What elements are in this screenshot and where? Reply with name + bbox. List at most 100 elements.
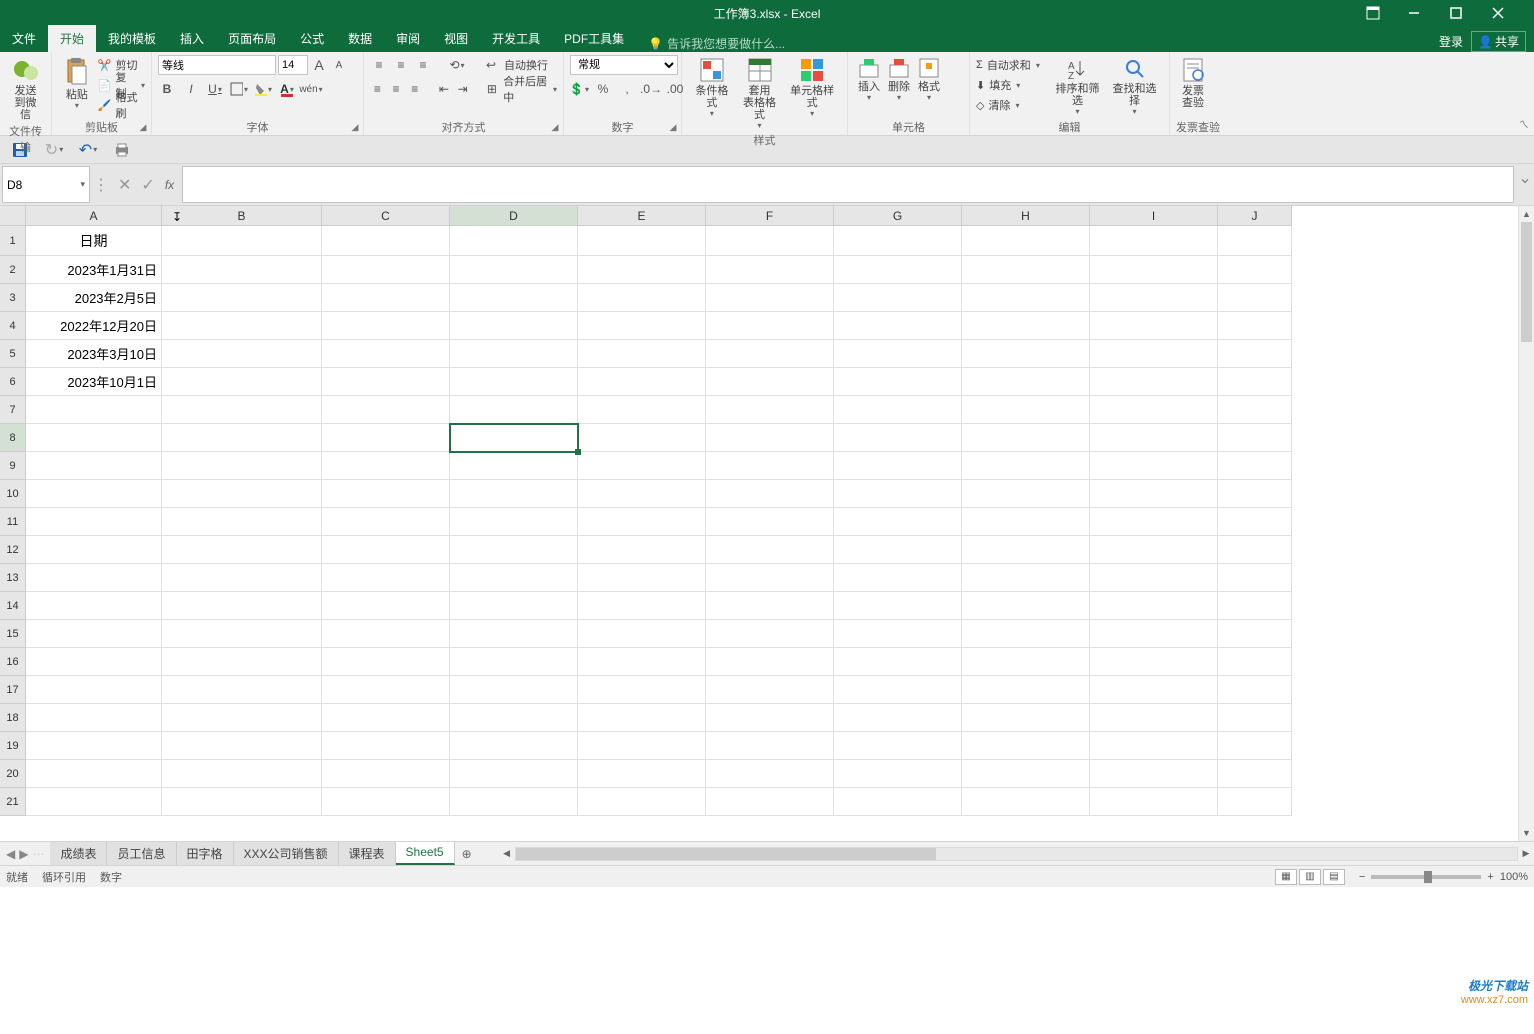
align-middle-button[interactable]: ≡ bbox=[392, 56, 410, 74]
cell[interactable] bbox=[578, 648, 706, 676]
align-center-button[interactable]: ≡ bbox=[389, 80, 404, 98]
zoom-out-button[interactable]: − bbox=[1359, 871, 1365, 883]
cell[interactable] bbox=[1218, 424, 1292, 452]
cell[interactable] bbox=[578, 452, 706, 480]
normal-view-button[interactable]: ▦ bbox=[1275, 869, 1297, 885]
sheet-tab[interactable]: 成绩表 bbox=[50, 842, 107, 865]
cell[interactable] bbox=[706, 536, 834, 564]
cell[interactable] bbox=[1090, 564, 1218, 592]
formula-input[interactable] bbox=[182, 166, 1514, 203]
cell[interactable] bbox=[450, 508, 578, 536]
vertical-scrollbar[interactable]: ▲ ▼ bbox=[1518, 206, 1534, 841]
decrease-font-button[interactable]: A bbox=[330, 56, 348, 74]
cell[interactable] bbox=[1218, 676, 1292, 704]
column-header[interactable]: A bbox=[26, 206, 162, 226]
column-header[interactable]: J bbox=[1218, 206, 1292, 226]
cell[interactable] bbox=[706, 676, 834, 704]
cell[interactable] bbox=[322, 536, 450, 564]
cell[interactable] bbox=[834, 396, 962, 424]
align-left-button[interactable]: ≡ bbox=[370, 80, 385, 98]
cell[interactable] bbox=[1218, 340, 1292, 368]
cell[interactable] bbox=[706, 704, 834, 732]
cell[interactable] bbox=[162, 648, 322, 676]
cell[interactable] bbox=[26, 704, 162, 732]
cell[interactable] bbox=[706, 564, 834, 592]
row-header[interactable]: 16 bbox=[0, 648, 26, 676]
cell[interactable] bbox=[450, 368, 578, 396]
cell[interactable] bbox=[322, 396, 450, 424]
cell[interactable] bbox=[450, 480, 578, 508]
cell[interactable] bbox=[834, 480, 962, 508]
cell[interactable] bbox=[322, 452, 450, 480]
cell[interactable] bbox=[162, 704, 322, 732]
fill-button[interactable]: ⬇填充▾ bbox=[976, 75, 1049, 95]
cell[interactable] bbox=[962, 226, 1090, 256]
tab-pdf-tools[interactable]: PDF工具集 bbox=[552, 25, 636, 52]
cell[interactable] bbox=[1218, 788, 1292, 816]
cell[interactable] bbox=[162, 676, 322, 704]
row-header[interactable]: 1 bbox=[0, 226, 26, 256]
cell[interactable] bbox=[322, 788, 450, 816]
cell[interactable] bbox=[962, 732, 1090, 760]
cell[interactable] bbox=[450, 284, 578, 312]
row-header[interactable]: 21 bbox=[0, 788, 26, 816]
cell[interactable] bbox=[834, 704, 962, 732]
zoom-slider[interactable] bbox=[1371, 875, 1481, 879]
insert-cells-button[interactable]: 插入▾ bbox=[854, 55, 884, 104]
cell[interactable] bbox=[962, 788, 1090, 816]
cell[interactable] bbox=[322, 676, 450, 704]
zoom-level[interactable]: 100% bbox=[1500, 871, 1528, 883]
scroll-up-button[interactable]: ▲ bbox=[1519, 206, 1534, 222]
cell[interactable] bbox=[1090, 480, 1218, 508]
tab-home[interactable]: 开始 bbox=[48, 25, 96, 52]
cell[interactable] bbox=[162, 592, 322, 620]
select-all-corner[interactable] bbox=[0, 206, 26, 226]
maximize-icon[interactable] bbox=[1450, 7, 1478, 19]
cell[interactable] bbox=[706, 508, 834, 536]
cell[interactable] bbox=[578, 312, 706, 340]
cell[interactable] bbox=[962, 256, 1090, 284]
cell[interactable] bbox=[834, 368, 962, 396]
cell[interactable]: 2023年3月10日 bbox=[26, 340, 162, 368]
row-header[interactable]: 4 bbox=[0, 312, 26, 340]
cell[interactable] bbox=[962, 508, 1090, 536]
row-header[interactable]: 14 bbox=[0, 592, 26, 620]
increase-decimal-button[interactable]: .0→ bbox=[642, 80, 660, 98]
scroll-left-button[interactable]: ◀ bbox=[499, 846, 515, 862]
cell[interactable] bbox=[834, 648, 962, 676]
cell[interactable] bbox=[706, 452, 834, 480]
font-color-button[interactable]: A▾ bbox=[278, 80, 296, 98]
cell[interactable] bbox=[322, 284, 450, 312]
cell[interactable] bbox=[1218, 226, 1292, 256]
cell[interactable] bbox=[834, 732, 962, 760]
cell[interactable] bbox=[1218, 508, 1292, 536]
cell[interactable] bbox=[834, 340, 962, 368]
row-header[interactable]: 17 bbox=[0, 676, 26, 704]
invoice-check-button[interactable]: 发票 查验 bbox=[1176, 55, 1210, 111]
cell[interactable] bbox=[578, 226, 706, 256]
cell[interactable] bbox=[578, 704, 706, 732]
cell[interactable] bbox=[962, 452, 1090, 480]
cell[interactable] bbox=[962, 704, 1090, 732]
fill-handle[interactable] bbox=[575, 449, 581, 455]
sheet-nav-first-button[interactable]: ◀ bbox=[6, 847, 15, 861]
cell[interactable] bbox=[1090, 340, 1218, 368]
row-header[interactable]: 19 bbox=[0, 732, 26, 760]
tab-my-templates[interactable]: 我的模板 bbox=[96, 25, 168, 52]
tab-view[interactable]: 视图 bbox=[432, 25, 480, 52]
cell[interactable] bbox=[1090, 452, 1218, 480]
cells-area[interactable]: 日期2023年1月31日2023年2月5日2022年12月20日2023年3月1… bbox=[26, 226, 1292, 816]
cell[interactable] bbox=[1218, 480, 1292, 508]
cell[interactable] bbox=[962, 424, 1090, 452]
sheet-tab[interactable]: 员工信息 bbox=[107, 842, 176, 865]
border-button[interactable]: ▾ bbox=[230, 80, 248, 98]
row-header[interactable]: 18 bbox=[0, 704, 26, 732]
tab-page-layout[interactable]: 页面布局 bbox=[216, 25, 288, 52]
cell[interactable] bbox=[834, 508, 962, 536]
underline-button[interactable]: U▾ bbox=[206, 80, 224, 98]
cell[interactable] bbox=[322, 256, 450, 284]
fill-color-button[interactable]: ▾ bbox=[254, 80, 272, 98]
row-header[interactable]: 7 bbox=[0, 396, 26, 424]
row-header[interactable]: 8 bbox=[0, 424, 26, 452]
column-header[interactable]: D bbox=[450, 206, 578, 226]
